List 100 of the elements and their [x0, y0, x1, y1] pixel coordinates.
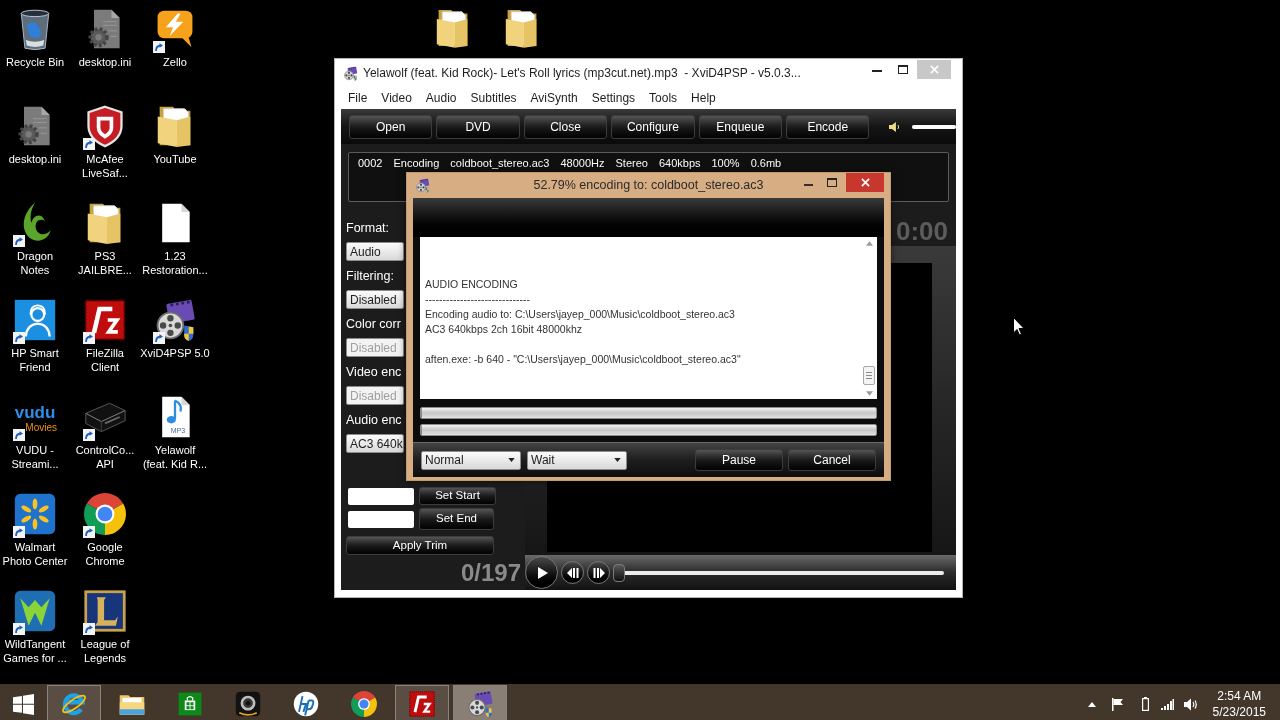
- play-button[interactable]: [525, 556, 558, 589]
- menu-item[interactable]: Video: [381, 89, 412, 107]
- spark-tile-icon[interactable]: [13, 492, 57, 536]
- queue-cell: Encoding: [393, 157, 440, 170]
- log-line: AUDIO ENCODING: [425, 277, 518, 292]
- toolbar-button[interactable]: Enqueue: [698, 114, 783, 139]
- toolbar-button[interactable]: Encode: [786, 114, 870, 139]
- slider-thumb[interactable]: [613, 563, 625, 582]
- end-time-field[interactable]: [348, 510, 414, 528]
- minimize-icon: [872, 70, 882, 72]
- queue-cell: 640kbps: [658, 157, 701, 170]
- volume-slider[interactable]: [912, 124, 956, 129]
- minimize-icon: [803, 183, 813, 186]
- menu-item[interactable]: Audio: [425, 89, 457, 107]
- battery-icon[interactable]: [1141, 697, 1149, 711]
- film-reel-icon: [343, 65, 358, 81]
- menu-item[interactable]: Subtitles: [470, 89, 517, 107]
- icon-label: ControlCo... API: [75, 443, 135, 471]
- icon-label: desktop.ini: [8, 152, 62, 166]
- scrollbar-thumb[interactable]: [863, 366, 875, 385]
- circle-logo-icon: [292, 690, 320, 718]
- queue-cell: 0002: [358, 157, 383, 170]
- icon-label: Yelawolf (feat. Kid R...: [142, 443, 208, 471]
- icon-label: YouTube: [153, 152, 197, 166]
- flag-icon[interactable]: [1111, 697, 1124, 711]
- dialog-button[interactable]: Cancel: [788, 449, 876, 471]
- taskbar-app-button[interactable]: [395, 685, 449, 720]
- maximize-icon: [827, 178, 837, 187]
- signal-icon[interactable]: [1160, 698, 1174, 710]
- menu-item[interactable]: Help: [691, 89, 716, 107]
- caret-up-icon[interactable]: [1087, 701, 1096, 707]
- log-line: AC3 640kbps 2ch 16bit 48000khz: [425, 322, 583, 337]
- setting-label: Color corr: [346, 316, 401, 333]
- speaker-icon[interactable]: [888, 120, 901, 133]
- logo-wordmark: vudu: [14, 403, 56, 422]
- dropdown[interactable]: Audio: [346, 242, 404, 261]
- icon-label: 1.23 Restoration...: [142, 249, 208, 277]
- window-title: Yelawolf (feat. Kid Rock)- Let's Roll lyrics (mp3cut.net).mp3 - XviD4PSP - v5.0.3...: [363, 65, 801, 82]
- setting-label: Audio enc: [346, 412, 402, 429]
- menu-item[interactable]: Settings: [591, 89, 636, 107]
- speaker-icon[interactable]: [1183, 697, 1198, 711]
- setting-label: Video enc: [346, 364, 402, 381]
- app-tile-icon: [408, 690, 436, 718]
- start-icon: [12, 693, 34, 715]
- seek-slider[interactable]: [613, 563, 944, 582]
- maximize-icon: [898, 64, 908, 74]
- film-reel-icon: [466, 690, 494, 718]
- dropdown[interactable]: AC3 640k: [346, 434, 404, 453]
- toolbar-button[interactable]: DVD: [436, 114, 520, 139]
- set-end-button[interactable]: Set End: [419, 508, 494, 530]
- logo-subtitle: Movies: [25, 421, 57, 433]
- icon-label: desktop.ini: [78, 55, 132, 69]
- menu-item[interactable]: File: [348, 89, 368, 107]
- clock-time[interactable]: 2:54 AM: [1217, 688, 1262, 704]
- log-line: Encoding audio to: C:\Users\jayep_000\Music\coldboot_stereo.ac3: [425, 307, 735, 322]
- dropdown[interactable]: Normal: [421, 450, 521, 470]
- icon-label: Dragon Notes: [16, 249, 54, 277]
- zigzag-tile-icon[interactable]: [13, 589, 57, 633]
- close-button[interactable]: [846, 173, 884, 192]
- caret-icon: [614, 458, 621, 462]
- start-time-field[interactable]: [348, 487, 414, 505]
- segmented-circle-icon: [351, 691, 377, 717]
- dropdown[interactable]: Disabled: [346, 290, 404, 309]
- menu-item[interactable]: AviSynth: [530, 89, 578, 107]
- step-forward-button[interactable]: [587, 561, 610, 584]
- webcam-icon: [234, 690, 262, 718]
- toolbar-button[interactable]: Open: [349, 114, 433, 139]
- apply-trim-button[interactable]: Apply Trim: [346, 536, 494, 556]
- icon-label: Walmart Photo Center: [2, 540, 68, 568]
- dropdown[interactable]: Wait: [527, 450, 627, 470]
- close-icon: [860, 178, 870, 187]
- queue-cell: 0.6mb: [750, 157, 782, 170]
- icon-label: McAfee LiveSaf...: [82, 152, 128, 180]
- globe-orbit-icon: [60, 690, 88, 718]
- headset-person-icon[interactable]: [13, 298, 57, 342]
- step-back-button[interactable]: [561, 561, 584, 584]
- menu-item[interactable]: Tools: [649, 89, 678, 107]
- queue-cell: 100%: [711, 157, 740, 170]
- dialog-title: 52.79% encoding to: coldboot_stereo.ac3: [532, 177, 765, 195]
- icon-label: VUDU - Streami...: [11, 443, 59, 471]
- toolbar-button[interactable]: Close: [523, 114, 608, 139]
- log-line: ------------------------------: [425, 292, 530, 307]
- dialog-button[interactable]: Pause: [695, 449, 783, 471]
- icon-label: PS3 JAILBRE...: [78, 249, 132, 277]
- step-back-icon: [566, 567, 579, 578]
- scroll-down-icon[interactable]: [865, 391, 873, 396]
- segmented-circle-icon[interactable]: [84, 493, 126, 535]
- icon-label: WildTangent Games for ...: [3, 637, 67, 665]
- icon-label: FileZilla Client: [86, 346, 124, 374]
- caret-icon: [508, 458, 515, 462]
- taskbar-app-button[interactable]: [47, 685, 101, 720]
- emblem-tile-icon[interactable]: [83, 589, 127, 633]
- time-display: 0:00: [895, 218, 948, 244]
- set-start-button[interactable]: Set Start: [419, 487, 496, 505]
- clock-date[interactable]: 5/23/2015: [1212, 704, 1266, 720]
- toolbar-button[interactable]: Configure: [611, 114, 695, 139]
- queue-cell: Stereo: [615, 157, 648, 170]
- taskbar-app-button[interactable]: [453, 685, 507, 720]
- icon-label: Google Chrome: [85, 540, 125, 568]
- app-tile-icon[interactable]: [83, 298, 127, 342]
